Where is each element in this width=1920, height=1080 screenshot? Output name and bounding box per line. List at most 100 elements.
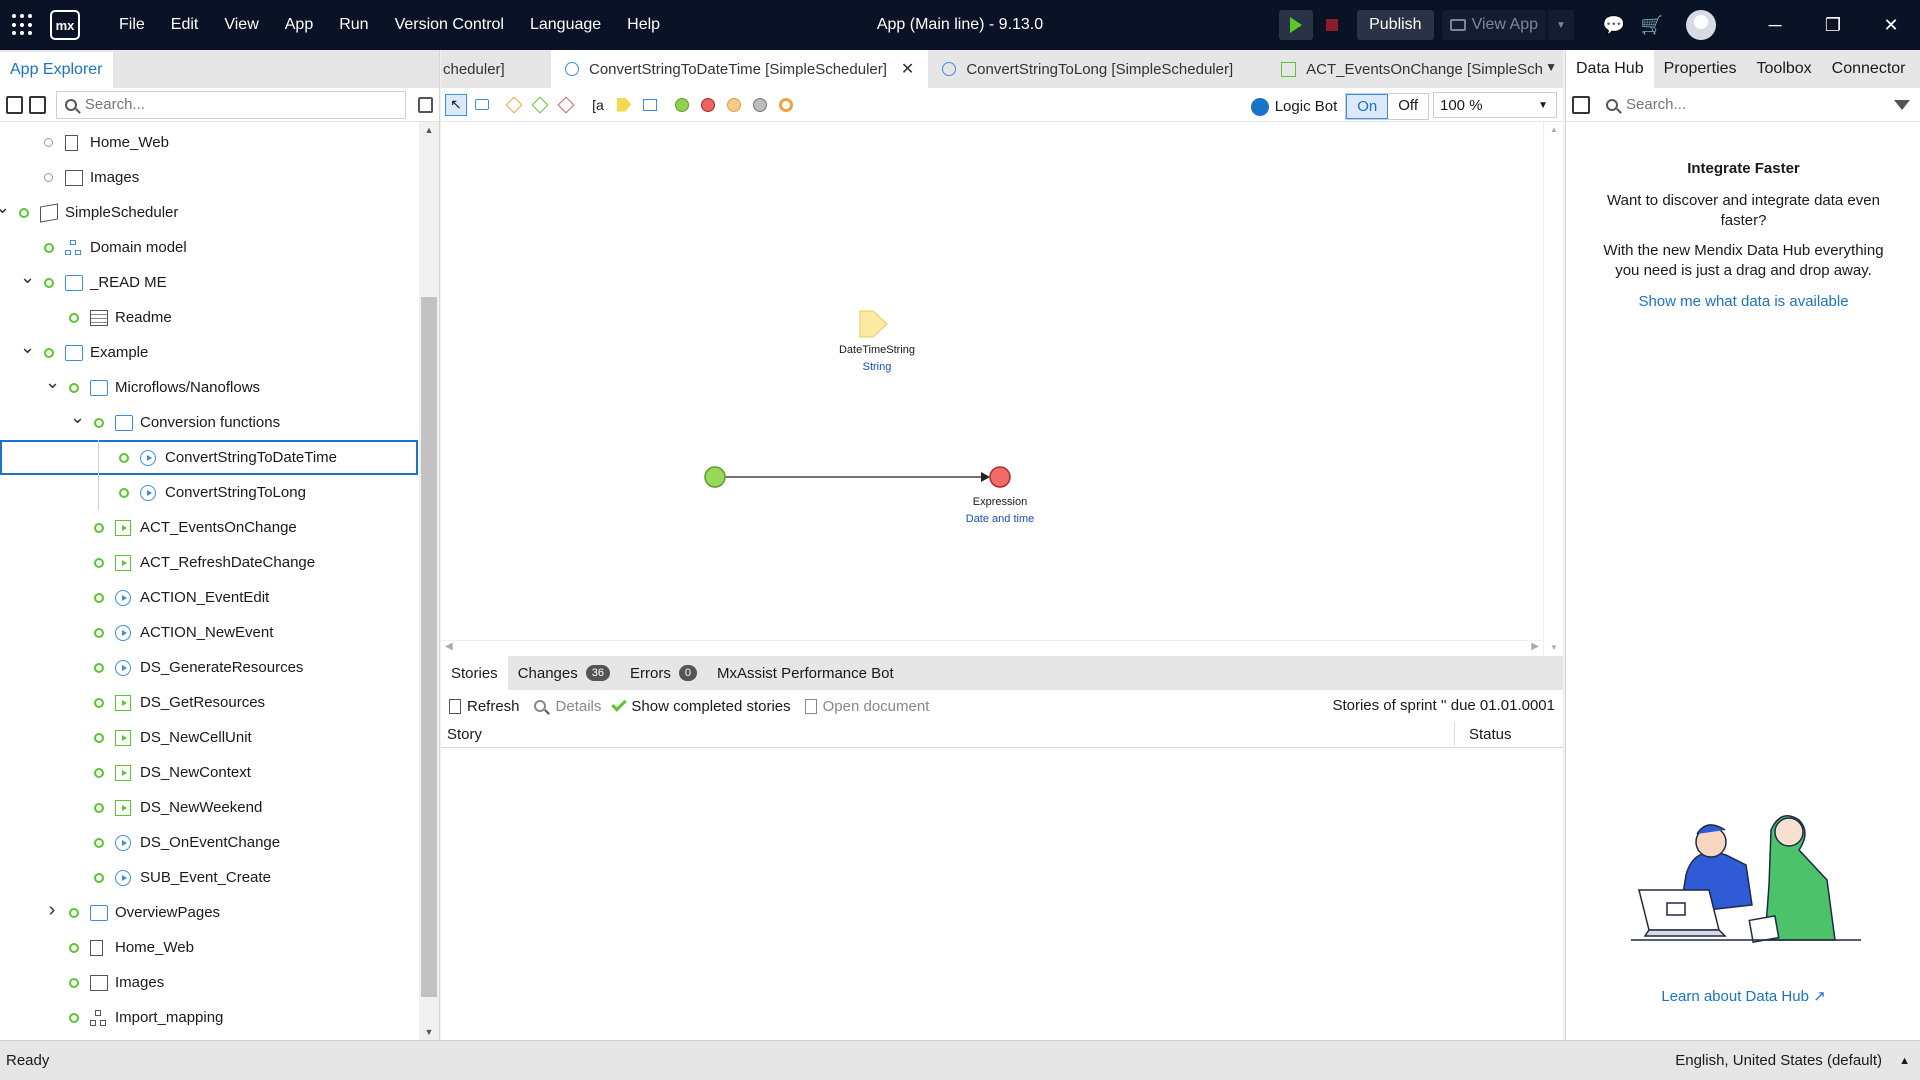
zoom-select[interactable]: 100 % ▼ — [1433, 92, 1557, 118]
tree-item[interactable]: Images — [0, 160, 418, 195]
tree-item[interactable]: ⌄ Conversion functions — [0, 405, 418, 440]
tree-item[interactable]: ACTION_EventEdit — [0, 580, 418, 615]
app-explorer-search[interactable] — [55, 90, 406, 119]
column-header-status[interactable]: Status — [1469, 726, 1512, 743]
minimize-button[interactable]: ─ — [1746, 0, 1804, 50]
link-with-editor-icon[interactable] — [417, 96, 433, 113]
tree-item[interactable]: DS_NewContext — [0, 755, 418, 790]
open-document-button[interactable]: Open document — [804, 698, 929, 715]
logic-bot-on-button[interactable]: On — [1346, 94, 1389, 119]
tree-item[interactable]: ⌄ _READ ME — [0, 265, 418, 300]
chevron-up-icon[interactable]: ▲ — [1899, 1055, 1910, 1067]
tab-properties[interactable]: Properties — [1654, 50, 1747, 88]
app-explorer-search-input[interactable] — [84, 96, 405, 113]
user-avatar[interactable] — [1686, 10, 1716, 40]
tree-item[interactable]: ACTION_NewEvent — [0, 615, 418, 650]
tab-errors[interactable]: Errors 0 — [620, 656, 707, 690]
break-event-tool-icon[interactable] — [775, 94, 797, 116]
tree-item[interactable]: ⌄ SimpleScheduler — [0, 195, 418, 230]
tree-item[interactable]: Import_mapping — [0, 1000, 418, 1035]
decision-tool-icon[interactable] — [503, 94, 525, 116]
tree-item[interactable]: Home_Web — [0, 125, 418, 160]
learn-about-data-hub-link[interactable]: Learn about Data Hub ↗ — [1566, 987, 1920, 1005]
menu-help[interactable]: Help — [614, 16, 673, 34]
loop-tool-icon[interactable] — [639, 94, 661, 116]
tab-mxassist-performance-bot[interactable]: MxAssist Performance Bot — [707, 656, 904, 690]
chevron-down-icon[interactable]: ⌄ — [20, 267, 35, 288]
tab-data-hub[interactable]: Data Hub — [1566, 50, 1654, 88]
microflow-canvas[interactable]: DateTimeString String Expression Date an… — [441, 122, 1543, 640]
doc-tab-convertstringtolong[interactable]: ConvertStringToLong [SimpleScheduler] — [928, 50, 1247, 88]
menu-edit[interactable]: Edit — [158, 16, 212, 34]
tree-item[interactable]: DS_GetResources — [0, 685, 418, 720]
tree-scrollbar-thumb[interactable] — [421, 297, 437, 997]
continue-event-tool-icon[interactable] — [749, 94, 771, 116]
column-header-story[interactable]: Story — [447, 726, 482, 743]
error-event-tool-icon[interactable] — [723, 94, 745, 116]
object-type-decision-tool-icon[interactable] — [529, 94, 551, 116]
menu-app[interactable]: App — [272, 16, 326, 34]
annotation-tool-icon[interactable]: [a — [587, 94, 609, 116]
close-tab-icon[interactable]: ✕ — [901, 59, 914, 79]
menu-file[interactable]: File — [106, 16, 158, 34]
tree-item[interactable]: DS_NewWeekend — [0, 790, 418, 825]
view-app-button[interactable]: View App — [1441, 10, 1546, 40]
close-window-button[interactable]: ✕ — [1862, 0, 1920, 50]
stop-button[interactable] — [1317, 10, 1347, 40]
scroll-up-arrow[interactable]: ▲ — [1544, 122, 1564, 138]
scroll-down-arrow[interactable]: ▼ — [419, 1024, 439, 1040]
tab-overflow-dropdown[interactable]: ▼ — [1545, 60, 1557, 74]
expand-all-icon[interactable] — [28, 95, 46, 114]
tree-item[interactable]: ⌄ Example — [0, 335, 418, 370]
tab-stories[interactable]: Stories — [441, 656, 508, 690]
collapse-panel-icon[interactable] — [1572, 95, 1590, 114]
tab-changes[interactable]: Changes 36 — [508, 656, 620, 690]
tree-item[interactable]: ⌄ Microflows/Nanoflows — [0, 370, 418, 405]
tree-item[interactable]: DS_NewCellUnit — [0, 720, 418, 755]
show-completed-stories-toggle[interactable]: Show completed stories — [611, 696, 791, 715]
data-hub-search-input[interactable] — [1626, 96, 1866, 113]
tree-item[interactable]: ACT_EventsOnChange — [0, 510, 418, 545]
merge-tool-icon[interactable] — [555, 94, 577, 116]
menu-language[interactable]: Language — [517, 16, 614, 34]
tab-connector[interactable]: Connector — [1822, 50, 1916, 88]
activity-tool-icon[interactable] — [471, 94, 493, 116]
chevron-down-icon[interactable]: ⌄ — [0, 197, 10, 218]
tree-item[interactable]: SUB_Event_Create — [0, 860, 418, 895]
tree-item[interactable]: Readme — [0, 300, 418, 335]
details-button[interactable]: Details — [533, 698, 601, 715]
tab-toolbox[interactable]: Toolbox — [1747, 50, 1822, 88]
language-selector[interactable]: English, United States (default) — [1675, 1052, 1882, 1069]
tree-item[interactable]: Images — [0, 965, 418, 1000]
chevron-down-icon[interactable]: ⌄ — [20, 337, 35, 358]
column-divider[interactable] — [1454, 722, 1455, 748]
tree-item[interactable]: › OverviewPages — [0, 895, 418, 930]
tree-item[interactable]: ConvertStringToLong — [0, 475, 418, 510]
marketplace-cart-icon[interactable]: 🛒 — [1636, 9, 1668, 41]
tree-item[interactable]: DS_OnEventChange — [0, 825, 418, 860]
chevron-down-icon[interactable]: ⌄ — [45, 372, 60, 393]
tree-item[interactable]: Domain model — [0, 230, 418, 265]
scroll-down-arrow[interactable]: ▼ — [1544, 640, 1564, 656]
scroll-right-arrow[interactable]: ▶ — [1531, 641, 1539, 652]
chevron-down-icon[interactable]: ⌄ — [70, 407, 85, 428]
scroll-up-arrow[interactable]: ▲ — [419, 122, 439, 138]
refresh-button[interactable]: Refresh — [449, 698, 520, 715]
view-app-dropdown[interactable]: ▼ — [1548, 10, 1574, 40]
canvas-vertical-scrollbar[interactable]: ▲ ▼ — [1543, 122, 1563, 656]
tree-item[interactable]: ConvertStringToDateTime — [0, 440, 418, 475]
doc-tab-previous[interactable]: cheduler] — [441, 50, 551, 88]
doc-tab-convertstringtodatetime[interactable]: ConvertStringToDateTime [SimpleScheduler… — [551, 50, 929, 88]
menu-run[interactable]: Run — [326, 16, 381, 34]
publish-button[interactable]: Publish — [1357, 10, 1434, 40]
restore-button[interactable]: ❐ — [1804, 0, 1862, 50]
start-event-tool-icon[interactable] — [671, 94, 693, 116]
collapse-all-icon[interactable] — [6, 95, 23, 114]
feedback-icon[interactable]: 💬 — [1598, 9, 1630, 41]
tab-app-explorer[interactable]: App Explorer — [0, 52, 113, 88]
parameter-shape[interactable] — [859, 310, 888, 338]
end-event[interactable] — [989, 466, 1011, 488]
scroll-left-arrow[interactable]: ◀ — [445, 641, 453, 652]
filter-icon[interactable] — [1894, 99, 1910, 110]
run-button[interactable] — [1279, 10, 1314, 40]
